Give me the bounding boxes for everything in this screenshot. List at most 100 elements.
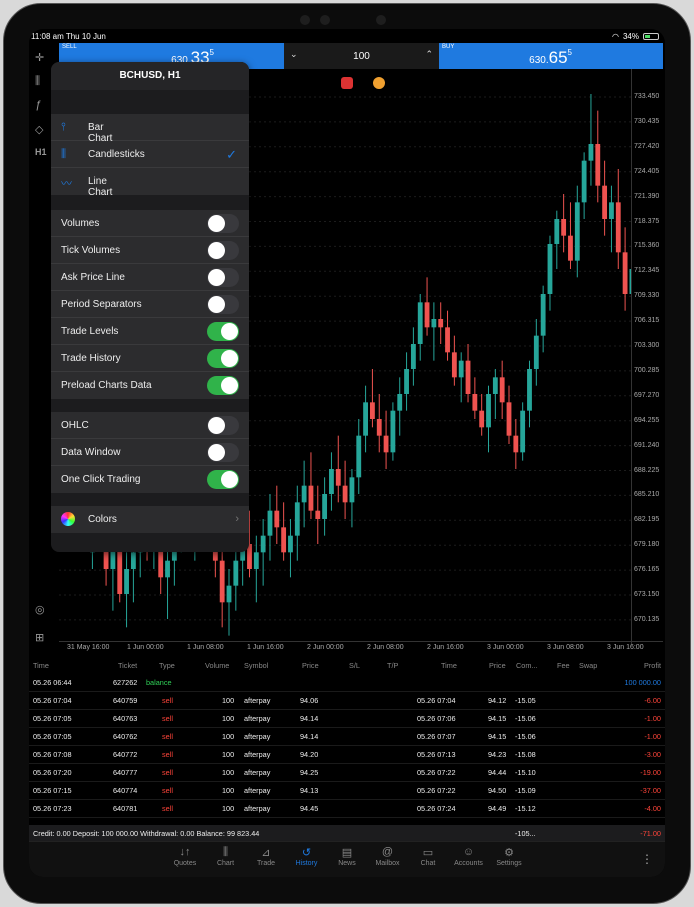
objects-icon[interactable]: ◇: [35, 123, 43, 136]
column-header: Swap: [579, 661, 598, 670]
cell-ctime: 05.26 07:06: [417, 714, 456, 723]
camera-dot: [376, 15, 386, 25]
price-tick-label: 679.180: [634, 541, 660, 549]
price-tick-label: 718.375: [634, 217, 660, 225]
cell-ctime: 05.26 07:24: [417, 804, 456, 813]
increase-volume-chevron-icon[interactable]: ⌃: [425, 49, 433, 60]
candle-body: [479, 410, 485, 428]
crosshair-icon[interactable]: ✛: [35, 51, 44, 64]
history-row[interactable]: 05.26 07:23 640781 sell 100 afterpay 94.45 05.…: [29, 800, 665, 818]
option-row[interactable]: Ask Price Line: [51, 264, 249, 291]
toggle-switch[interactable]: [207, 295, 239, 314]
summary-profit: -71.00: [640, 829, 661, 838]
time-tick-label: 3 Jun 16:00: [607, 644, 644, 651]
extra-options-group: OHLC Data Window One Click Trading: [51, 412, 249, 493]
tab-settings[interactable]: ⚙ Settings: [489, 846, 529, 867]
candle-body: [520, 410, 526, 453]
chart-indicator-icons: [341, 77, 385, 89]
option-label: OHLC: [61, 420, 89, 431]
toggle-switch[interactable]: [207, 268, 239, 287]
cell-type: sell: [162, 768, 173, 777]
toggle-switch[interactable]: [207, 214, 239, 233]
toggle-switch[interactable]: [207, 349, 239, 368]
cell-comm: -15.09: [515, 786, 536, 795]
tab-accounts[interactable]: ☺ Accounts: [449, 846, 489, 867]
candle-body: [397, 394, 403, 411]
column-header: S/L: [349, 661, 360, 670]
cell-type: sell: [162, 804, 173, 813]
add-window-icon[interactable]: ⊞: [35, 631, 44, 644]
tab-chat[interactable]: ▭ Chat: [408, 846, 448, 867]
option-row[interactable]: Volumes: [51, 210, 249, 237]
cell-volume: 100: [222, 786, 235, 795]
clock-indicator-icon[interactable]: [373, 77, 385, 89]
toggle-switch[interactable]: [207, 376, 239, 395]
chart-type-candlesticks[interactable]: ⫼ Candlesticks ✓: [51, 141, 249, 168]
tab-quotes[interactable]: ↓↑ Quotes: [165, 846, 205, 867]
option-row[interactable]: Preload Charts Data: [51, 372, 249, 399]
volume-value[interactable]: 100: [284, 51, 439, 62]
history-row[interactable]: 05.26 07:15 640774 sell 100 afterpay 94.13 05.…: [29, 782, 665, 800]
option-row[interactable]: Tick Volumes: [51, 237, 249, 264]
history-balance-row[interactable]: 05.26 06:44 627262 balance 100 000.00: [29, 674, 665, 692]
option-row[interactable]: Trade Levels: [51, 318, 249, 345]
candle-body: [281, 527, 287, 553]
option-row[interactable]: Period Separators: [51, 291, 249, 318]
toggle-switch[interactable]: [207, 443, 239, 462]
toggle-switch[interactable]: [207, 470, 239, 489]
history-row[interactable]: 05.26 07:05 640762 sell 100 afterpay 94.14 05.…: [29, 728, 665, 746]
toggle-switch[interactable]: [207, 241, 239, 260]
buy-price: 630.655: [529, 48, 572, 68]
tab-trade[interactable]: ⊿ Trade: [246, 846, 286, 867]
history-row[interactable]: 05.26 07:04 640759 sell 100 afterpay 94.06 05.…: [29, 692, 665, 710]
option-row[interactable]: One Click Trading: [51, 466, 249, 493]
chart-type-line[interactable]: 〰 Line Chart: [51, 168, 249, 198]
colors-group: Colors ›: [51, 506, 249, 533]
tab-history[interactable]: ↺ History: [287, 846, 327, 867]
option-row[interactable]: OHLC: [51, 412, 249, 439]
history-row[interactable]: 05.26 07:08 640772 sell 100 afterpay 94.20 05.…: [29, 746, 665, 764]
tab-label: Trade: [256, 860, 276, 867]
price-tick-label: 676.165: [634, 566, 660, 574]
candle-body: [349, 477, 355, 503]
chart-type-bar[interactable]: ⫯ Bar Chart: [51, 114, 249, 144]
time-tick-label: 1 Jun 00:00: [127, 644, 164, 651]
function-icon[interactable]: ƒ: [35, 99, 41, 111]
option-label: One Click Trading: [61, 474, 141, 485]
cell-symbol: afterpay: [244, 786, 271, 795]
toggle-switch[interactable]: [207, 322, 239, 341]
option-row[interactable]: Trade History: [51, 345, 249, 372]
zoom-icon[interactable]: ◎: [35, 603, 45, 616]
tab-chart[interactable]: ⫼ Chart: [206, 846, 246, 867]
history-row[interactable]: 05.26 07:20 640777 sell 100 afterpay 94.25 05.…: [29, 764, 665, 782]
cell-symbol: afterpay: [244, 696, 271, 705]
buy-button[interactable]: BUY 630.655: [439, 43, 663, 69]
mailbox-icon: @: [381, 846, 394, 858]
column-header: Price: [302, 661, 319, 670]
option-label: Preload Charts Data: [61, 380, 152, 391]
candle-body: [622, 252, 628, 294]
tab-label: History: [295, 860, 318, 867]
line-chart-icon: 〰: [61, 178, 72, 190]
colors-row[interactable]: Colors ›: [51, 506, 249, 533]
tab-news[interactable]: ▤ News: [327, 846, 367, 867]
timeframe-button[interactable]: H1: [35, 147, 47, 157]
candle-body: [527, 369, 532, 411]
candle-body: [260, 535, 266, 553]
option-row[interactable]: Data Window: [51, 439, 249, 466]
history-row[interactable]: 05.26 07:05 640763 sell 100 afterpay 94.14 05.…: [29, 710, 665, 728]
more-options-icon[interactable]: ⋮: [641, 852, 653, 866]
candle-body: [335, 469, 341, 486]
candle-body: [404, 369, 409, 394]
candle-body: [363, 402, 368, 436]
trade-levels-indicator-icon[interactable]: [341, 77, 353, 89]
time-tick-label: 1 Jun 08:00: [187, 644, 224, 651]
toggle-switch[interactable]: [207, 416, 239, 435]
indicators-icon[interactable]: ⫼: [35, 75, 40, 88]
price-tick-label: 727.420: [634, 142, 660, 150]
cell-time: 05.26 07:04: [33, 696, 72, 705]
price-tick-label: 688.225: [634, 466, 660, 474]
tab-mailbox[interactable]: @ Mailbox: [368, 846, 408, 867]
candle-body: [451, 352, 457, 378]
candle-body: [540, 294, 546, 336]
